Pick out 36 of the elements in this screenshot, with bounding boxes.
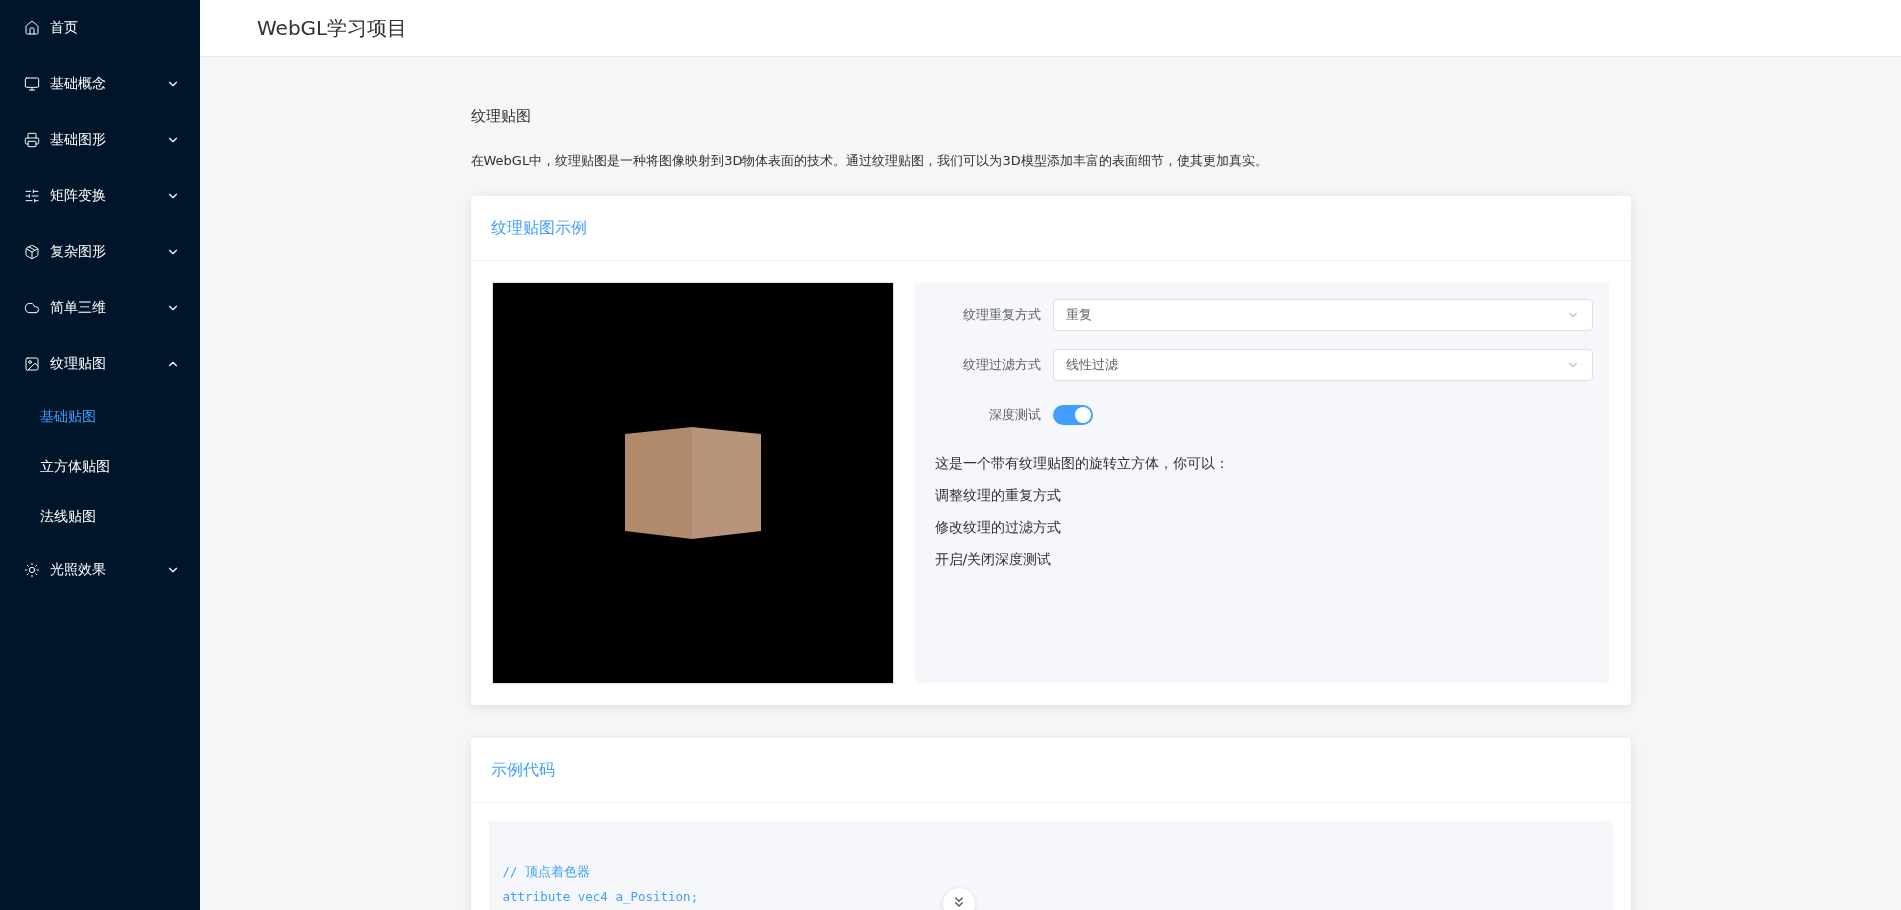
note-text: 这是一个带有纹理贴图的旋转立方体，你可以：: [934, 455, 1229, 473]
note-text: 调整纹理的重复方式: [934, 487, 1061, 505]
sidebar-item[interactable]: 简单三维: [0, 280, 200, 336]
note-text: 开启/关闭深度测试: [934, 551, 1052, 569]
sidebar-subitem[interactable]: 基础贴图: [0, 392, 200, 442]
sidebar-item[interactable]: 基础概念: [0, 56, 200, 112]
menu-icon: [24, 300, 40, 316]
select-field[interactable]: 线性过滤: [1052, 349, 1593, 381]
menu-icon: [24, 244, 40, 260]
intro-text: 在WebGL中，纹理贴图是一种将图像映射到3D物体表面的技术。通过纹理贴图，我们可以为3D模型添加丰富的表面细节，使其更加真实。: [470, 152, 1268, 170]
toggle-switch[interactable]: [1052, 405, 1093, 425]
card-title: 纹理贴图示例: [490, 217, 587, 239]
menu-icon: [24, 20, 40, 36]
sidebar-subitem[interactable]: 法线贴图: [0, 492, 200, 542]
field-label: 深度测试: [987, 406, 1042, 424]
menu-icon: [24, 188, 40, 204]
note-text: 修改纹理的过滤方式: [934, 519, 1061, 537]
card-title: 示例代码: [490, 759, 555, 781]
code-line: attribute vec4 a_Position;: [502, 888, 699, 906]
sidebar-item[interactable]: 首页: [0, 0, 200, 56]
menu-icon: [24, 132, 40, 148]
sidebar-item[interactable]: 复杂图形: [0, 224, 200, 280]
select-field[interactable]: 重复: [1052, 299, 1593, 331]
field-label: 纹理重复方式: [961, 306, 1042, 324]
sidebar-item[interactable]: 光照效果: [0, 542, 200, 598]
menu-icon: [24, 76, 40, 92]
menu-icon: [24, 356, 40, 372]
page-title: 纹理贴图: [470, 107, 531, 126]
sidebar-subitem[interactable]: 立方体贴图: [0, 442, 200, 492]
sidebar-item[interactable]: 矩阵变换: [0, 168, 200, 224]
field-label: 纹理过滤方式: [961, 356, 1042, 374]
sidebar-item[interactable]: 纹理贴图: [0, 336, 200, 392]
menu-icon: [24, 562, 40, 578]
code-line: // 顶点着色器: [502, 863, 591, 881]
sidebar-item[interactable]: 基础图形: [0, 112, 200, 168]
app-title: WebGL学习项目: [257, 14, 408, 42]
